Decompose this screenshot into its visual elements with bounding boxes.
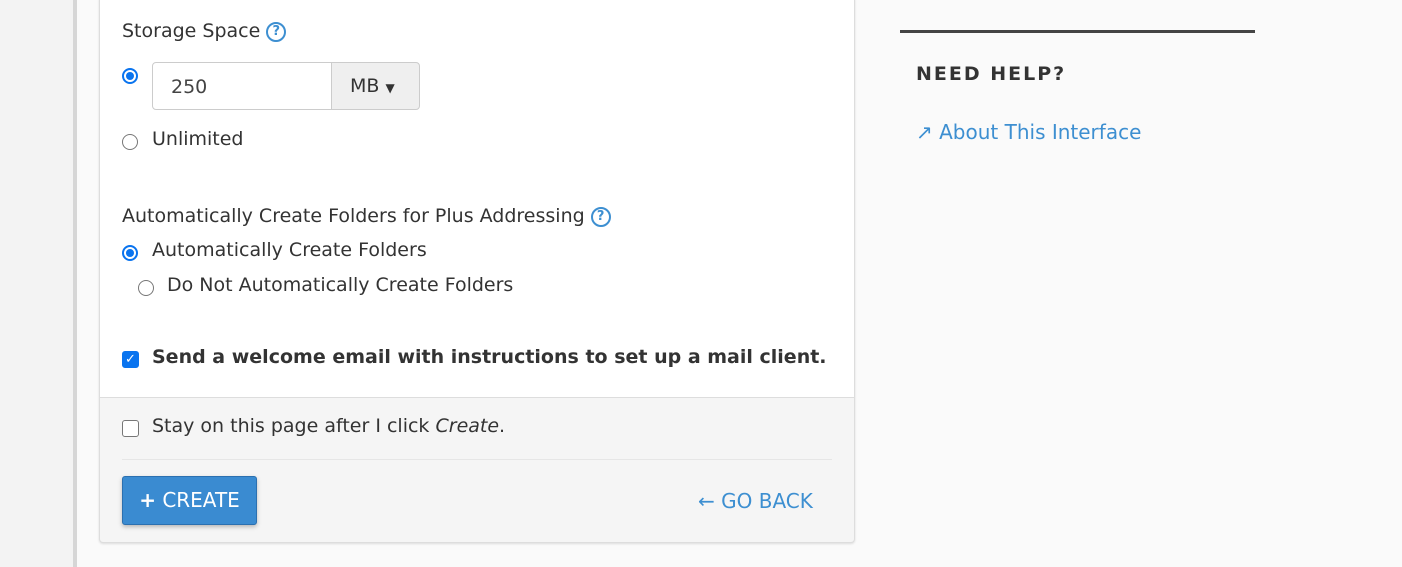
create-button[interactable]: + CREATE — [122, 476, 257, 525]
caret-down-icon: ▼ — [385, 81, 395, 95]
form-body — [100, 0, 854, 398]
go-back-link[interactable]: ← GO BACK — [698, 489, 813, 513]
plus-icon: + — [139, 488, 156, 512]
welcome-email-label: Send a welcome email with instructions t… — [152, 346, 827, 368]
welcome-email-checkbox[interactable]: ✓ — [122, 351, 139, 368]
no-auto-create-radio[interactable] — [138, 280, 154, 296]
external-link-icon: ↗ — [916, 120, 933, 144]
storage-value-radio[interactable] — [122, 68, 138, 84]
about-interface-link[interactable]: ↗ About This Interface — [916, 120, 1141, 144]
footer-divider — [122, 459, 832, 460]
stay-on-page-checkbox[interactable] — [122, 420, 139, 437]
help-icon[interactable]: ? — [266, 22, 287, 42]
left-sidebar — [0, 0, 73, 567]
storage-unit-dropdown[interactable]: MB ▼ — [331, 62, 420, 110]
auto-create-radio[interactable] — [122, 245, 138, 261]
storage-space-label: Storage Space? — [122, 20, 287, 42]
plus-addressing-label: Automatically Create Folders for Plus Ad… — [122, 205, 611, 227]
storage-unlimited-radio[interactable] — [122, 134, 138, 150]
no-auto-create-label: Do Not Automatically Create Folders — [167, 274, 514, 296]
unlimited-label: Unlimited — [152, 128, 244, 150]
auto-create-label: Automatically Create Folders — [152, 239, 427, 261]
help-divider — [900, 30, 1255, 33]
help-icon[interactable]: ? — [590, 207, 611, 227]
storage-quota-input[interactable]: 250 — [152, 62, 332, 110]
need-help-heading: NEED HELP? — [916, 63, 1067, 85]
sidebar-divider — [73, 0, 77, 567]
arrow-left-icon: ← — [698, 489, 715, 513]
stay-on-page-label: Stay on this page after I click Create. — [152, 415, 506, 437]
